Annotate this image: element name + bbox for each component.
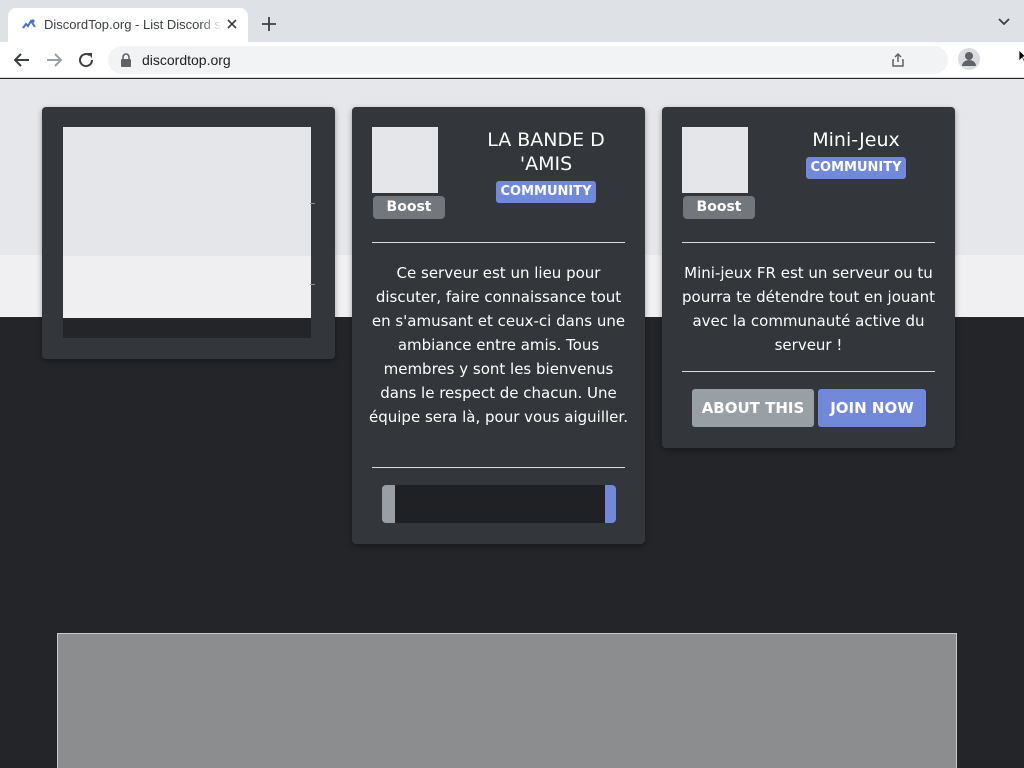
- scrollbar-right-cap[interactable]: [605, 485, 616, 523]
- divider: [682, 242, 935, 243]
- community-badge: COMMUNITY: [806, 157, 906, 179]
- browser-tab-strip: DiscordTop.org - List Discord servers: [0, 0, 1024, 42]
- server-icon[interactable]: [682, 127, 748, 193]
- reload-icon[interactable]: [76, 50, 96, 70]
- banner-tick: [310, 284, 315, 285]
- banner-tick: [310, 203, 315, 204]
- tab-title: DiscordTop.org - List Discord servers: [44, 17, 222, 32]
- close-tab-icon[interactable]: [224, 16, 240, 32]
- horizontal-scrollbar[interactable]: [382, 485, 616, 523]
- url-text: discordtop.org: [142, 52, 231, 68]
- mouse-cursor-icon: [1018, 49, 1024, 63]
- browser-tab[interactable]: DiscordTop.org - List Discord servers: [8, 8, 248, 42]
- server-description: Mini-jeux FR est un serveur ou tu pourra…: [682, 264, 935, 354]
- back-arrow-icon[interactable]: [12, 50, 32, 70]
- new-tab-icon[interactable]: [260, 15, 278, 33]
- share-icon[interactable]: [890, 52, 906, 68]
- server-card-banner: [42, 107, 335, 359]
- lock-icon: [121, 53, 131, 67]
- discordtop-favicon-icon: [22, 19, 36, 29]
- join-now-button[interactable]: JOIN NOW: [818, 389, 926, 427]
- content-panel: [57, 633, 957, 768]
- server-name[interactable]: Mini-Jeux: [788, 128, 924, 152]
- server-icon[interactable]: [372, 127, 438, 193]
- address-bar[interactable]: discordtop.org: [108, 46, 948, 74]
- divider: [372, 242, 625, 243]
- banner-image-lower: [63, 256, 311, 318]
- server-card-mini-jeux: Boost Mini-Jeux COMMUNITY Mini-jeux FR e…: [662, 107, 955, 448]
- browser-toolbar: discordtop.org: [0, 42, 1024, 78]
- community-badge: COMMUNITY: [496, 181, 596, 203]
- forward-arrow-icon[interactable]: [44, 50, 64, 70]
- boost-button[interactable]: Boost: [373, 196, 445, 219]
- divider: [682, 371, 935, 372]
- scrollbar-left-cap[interactable]: [382, 485, 395, 523]
- divider: [372, 467, 625, 468]
- boost-button[interactable]: Boost: [683, 196, 755, 219]
- tab-search-chevron-icon[interactable]: [998, 18, 1010, 26]
- person-icon: [962, 52, 976, 66]
- about-this-button[interactable]: ABOUT THIS: [692, 389, 814, 427]
- server-description: Ce serveur est un lieu pour discuter, fa…: [369, 264, 628, 426]
- profile-avatar-icon[interactable]: [958, 48, 980, 70]
- server-name[interactable]: LA BANDE D 'AMIS: [478, 128, 614, 176]
- server-card-la-bande-d-amis: Boost LA BANDE D 'AMIS COMMUNITY Ce serv…: [352, 107, 645, 544]
- banner-image-footer: [63, 318, 311, 338]
- page-content: Boost LA BANDE D 'AMIS COMMUNITY Ce serv…: [0, 79, 1024, 768]
- banner-image[interactable]: [63, 127, 311, 338]
